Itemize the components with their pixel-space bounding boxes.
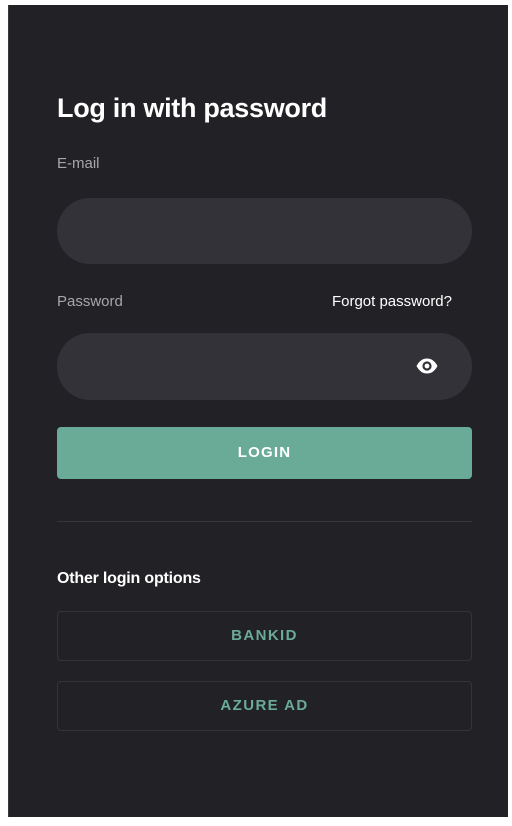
email-label: E-mail [57,155,100,172]
forgot-password-link[interactable]: Forgot password? [332,293,452,310]
bankid-button[interactable]: BANKID [57,611,472,661]
eye-icon[interactable] [415,354,439,378]
login-button[interactable]: LOGIN [57,427,472,479]
email-field[interactable] [57,198,472,264]
page-title: Log in with password [57,93,327,123]
divider [57,521,472,522]
password-label: Password [57,293,123,310]
login-panel: Log in with password E-mail Password For… [8,5,508,817]
password-field[interactable] [57,333,472,400]
azure-ad-button[interactable]: AZURE AD [57,681,472,731]
other-login-options-title: Other login options [57,570,201,587]
